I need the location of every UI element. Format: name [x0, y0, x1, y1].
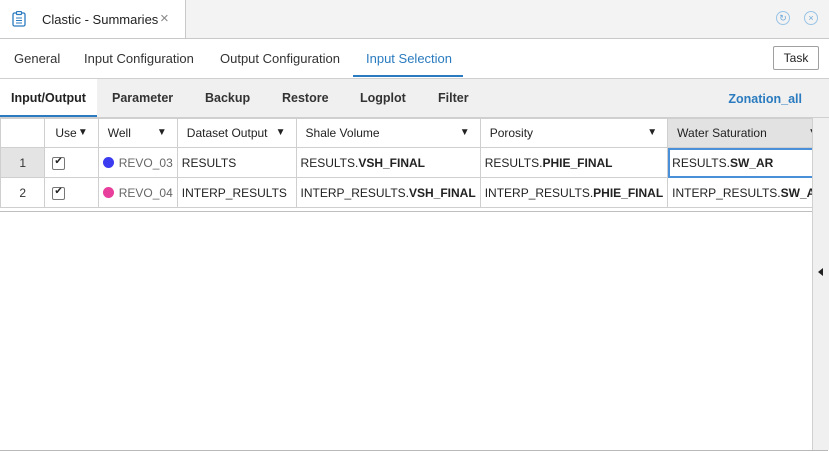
row-number[interactable]: 2	[0, 177, 46, 208]
table-header-row: Use ▼ Well ▼ Dataset Output ▼ Shale Volume ▼…	[0, 118, 829, 148]
sort-arrow-icon[interactable]: ▼	[460, 127, 470, 138]
grid-bottom-line	[0, 211, 812, 212]
subtab-logplot[interactable]: Logplot	[360, 91, 406, 105]
column-header-porosity[interactable]: Porosity ▼	[479, 118, 669, 148]
use-cell	[44, 177, 99, 208]
tab-input-selection[interactable]: Input Selection	[366, 51, 452, 66]
active-subtab-indicator	[0, 115, 97, 117]
zonation-link[interactable]: Zonation_all	[728, 92, 802, 106]
refresh-icon[interactable]: ↻	[776, 11, 790, 25]
sort-arrow-icon[interactable]: ▼	[78, 127, 88, 138]
well-cell[interactable]: REVO_04	[97, 177, 178, 208]
porosity-cell[interactable]: INTERP_RESULTS.PHIE_FINAL	[479, 177, 669, 208]
document-tab-title: Clastic - Summaries	[42, 12, 159, 27]
column-header-use[interactable]: Use ▼	[44, 118, 99, 148]
water-saturation-cell[interactable]: RESULTS.SW_AR	[667, 147, 829, 178]
well-color-dot	[102, 157, 114, 169]
subtab-parameter[interactable]: Parameter	[112, 91, 173, 105]
row-number[interactable]: 1	[0, 147, 46, 178]
tab-input-configuration[interactable]: Input Configuration	[84, 51, 194, 66]
clipboard-icon	[12, 11, 26, 27]
porosity-cell[interactable]: RESULTS.PHIE_FINAL	[479, 147, 669, 178]
tab-close-icon[interactable]: ×	[160, 10, 169, 27]
water-saturation-cell[interactable]: INTERP_RESULTS.SW_AR	[667, 177, 829, 208]
subtab-filter[interactable]: Filter	[438, 91, 469, 105]
document-tab-strip: Clastic - Summaries × ↻ ×	[0, 0, 829, 39]
subtab-restore[interactable]: Restore	[282, 91, 329, 105]
task-button[interactable]: Task	[773, 46, 819, 70]
subtab-backup[interactable]: Backup	[205, 91, 250, 105]
use-checkbox[interactable]	[52, 156, 66, 170]
well-name: REVO_04	[118, 185, 173, 200]
shale-volume-cell[interactable]: INTERP_RESULTS.VSH_FINAL	[295, 177, 481, 208]
input-selection-table: Use ▼ Well ▼ Dataset Output ▼ Shale Volume ▼…	[0, 118, 829, 208]
shale-volume-cell[interactable]: RESULTS.VSH_FINAL	[295, 147, 481, 178]
well-cell[interactable]: REVO_03	[97, 147, 178, 178]
active-tab-indicator	[353, 75, 463, 77]
sub-nav: Input/Output Parameter Backup Restore Lo…	[0, 79, 829, 118]
side-panel-toggle[interactable]	[812, 118, 829, 450]
table-row[interactable]: 1 REVO_03 RESULTS RESULTS.VSH_FINAL RESU…	[0, 147, 829, 178]
subtab-input-output[interactable]: Input/Output	[11, 91, 86, 105]
column-header-water-saturation[interactable]: Water Saturation▼	[667, 118, 829, 148]
table-row[interactable]: 2 REVO_04 INTERP_RESULTS INTERP_RESULTS.…	[0, 177, 829, 208]
use-cell	[44, 147, 99, 178]
sort-arrow-icon[interactable]: ▼	[647, 127, 657, 138]
use-checkbox[interactable]	[52, 186, 66, 200]
well-name: REVO_03	[118, 155, 173, 170]
sort-arrow-icon[interactable]: ▼	[276, 127, 286, 138]
row-number-header	[0, 118, 46, 148]
expand-left-icon[interactable]	[818, 268, 823, 276]
tab-output-configuration[interactable]: Output Configuration	[220, 51, 340, 66]
sort-arrow-icon[interactable]: ▼	[157, 127, 167, 138]
column-header-dataset-output[interactable]: Dataset Output ▼	[176, 118, 297, 148]
document-tab[interactable]: Clastic - Summaries ×	[0, 0, 186, 38]
dataset-output-cell[interactable]: INTERP_RESULTS	[176, 177, 297, 208]
column-header-shale-volume[interactable]: Shale Volume ▼	[295, 118, 481, 148]
tab-general[interactable]: General	[14, 51, 60, 66]
well-color-dot	[102, 187, 114, 199]
column-header-well[interactable]: Well ▼	[97, 118, 178, 148]
main-nav: General Input Configuration Output Confi…	[0, 39, 829, 79]
window-close-icon[interactable]: ×	[804, 11, 818, 25]
dataset-output-cell[interactable]: RESULTS	[176, 147, 297, 178]
